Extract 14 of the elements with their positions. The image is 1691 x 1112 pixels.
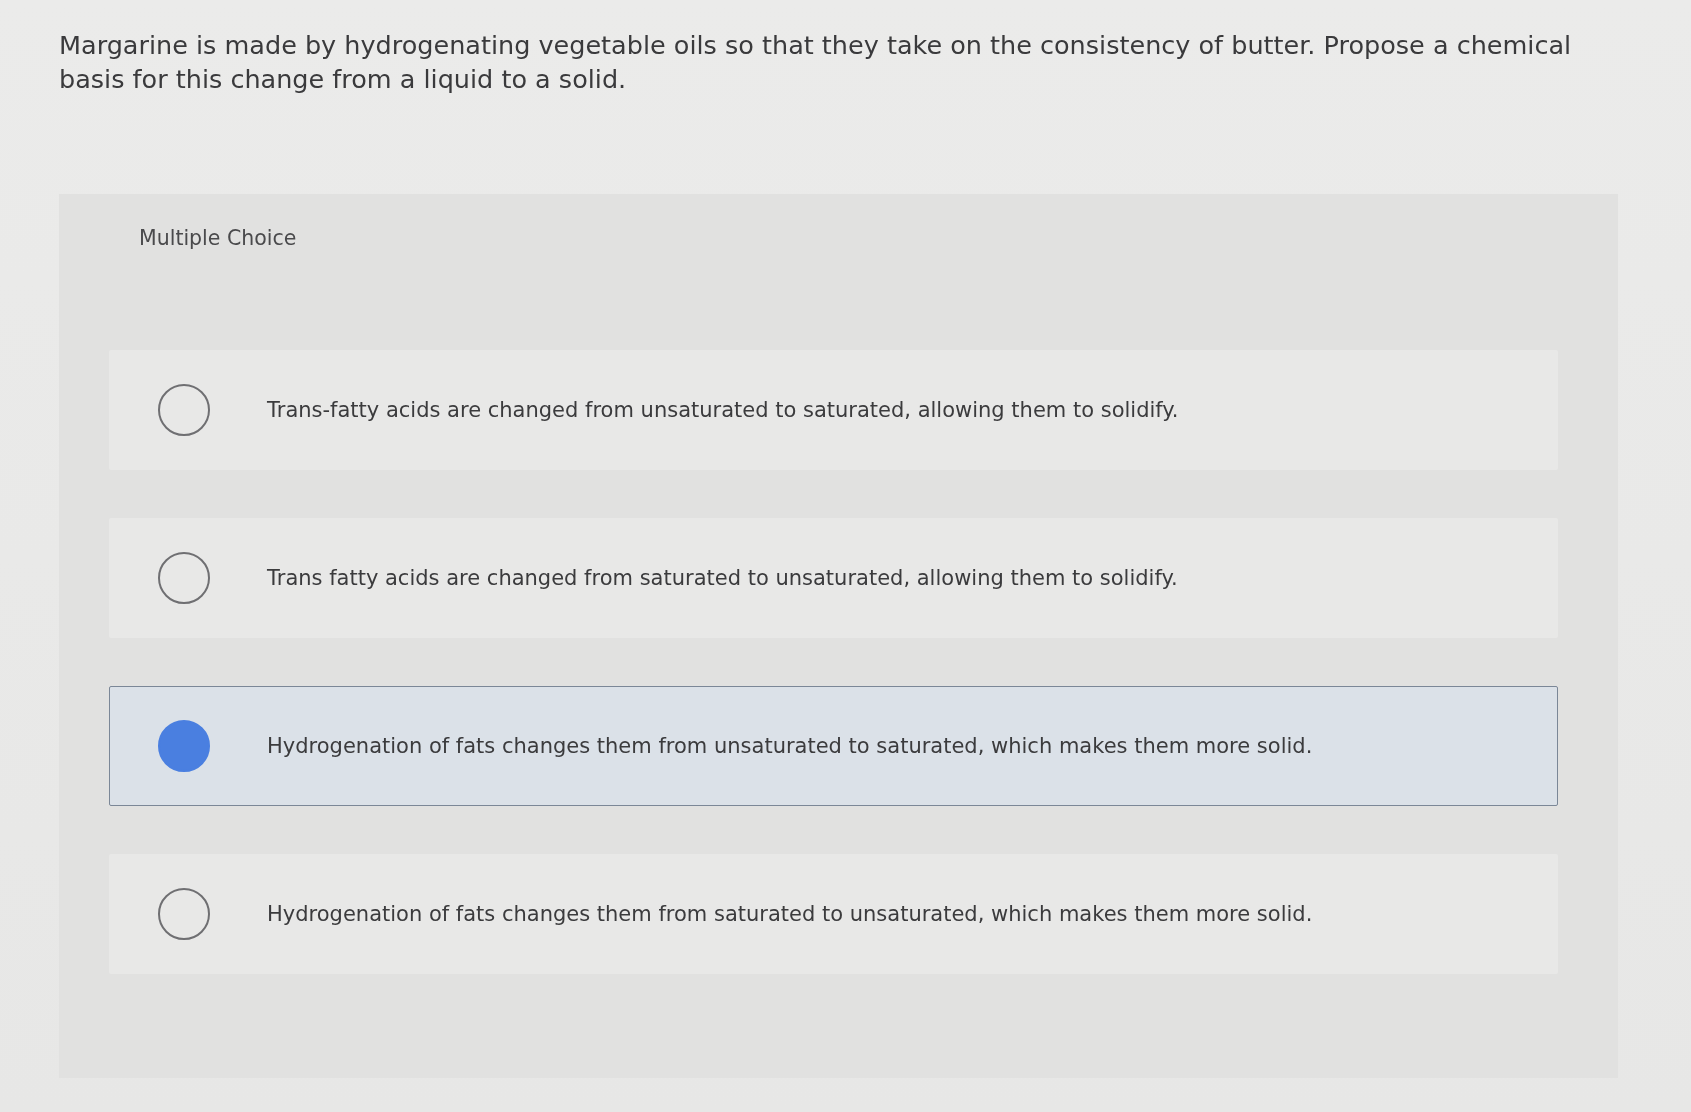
radio-button[interactable] — [158, 720, 210, 772]
radio-button[interactable] — [158, 888, 210, 940]
option-text: Trans fatty acids are changed from saturated to unsaturated, allowing them to solidify. — [267, 565, 1178, 592]
answer-option[interactable]: Hydrogenation of fats changes them from unsaturated to saturated, which makes them more solid. — [109, 686, 1558, 806]
question-type-label: Multiple Choice — [139, 225, 298, 252]
option-text: Hydrogenation of fats changes them from unsaturated to saturated, which makes them more solid. — [267, 733, 1313, 760]
question-text: Margarine is made by hydrogenating vegetable oils so that they take on the consistency of butter. Propose a chemical basis for this change from a liquid to a solid. — [59, 29, 1573, 96]
option-text: Hydrogenation of fats changes them from saturated to unsaturated, which makes them more solid. — [267, 901, 1313, 928]
answer-option[interactable]: Trans fatty acids are changed from saturated to unsaturated, allowing them to solidify. — [109, 518, 1558, 638]
radio-button[interactable] — [158, 384, 210, 436]
answer-option[interactable]: Hydrogenation of fats changes them from saturated to unsaturated, which makes them more solid. — [109, 854, 1558, 974]
radio-button[interactable] — [158, 552, 210, 604]
option-text: Trans-fatty acids are changed from unsaturated to saturated, allowing them to solidify. — [267, 397, 1179, 424]
answer-option[interactable]: Trans-fatty acids are changed from unsaturated to saturated, allowing them to solidify. — [109, 350, 1558, 470]
